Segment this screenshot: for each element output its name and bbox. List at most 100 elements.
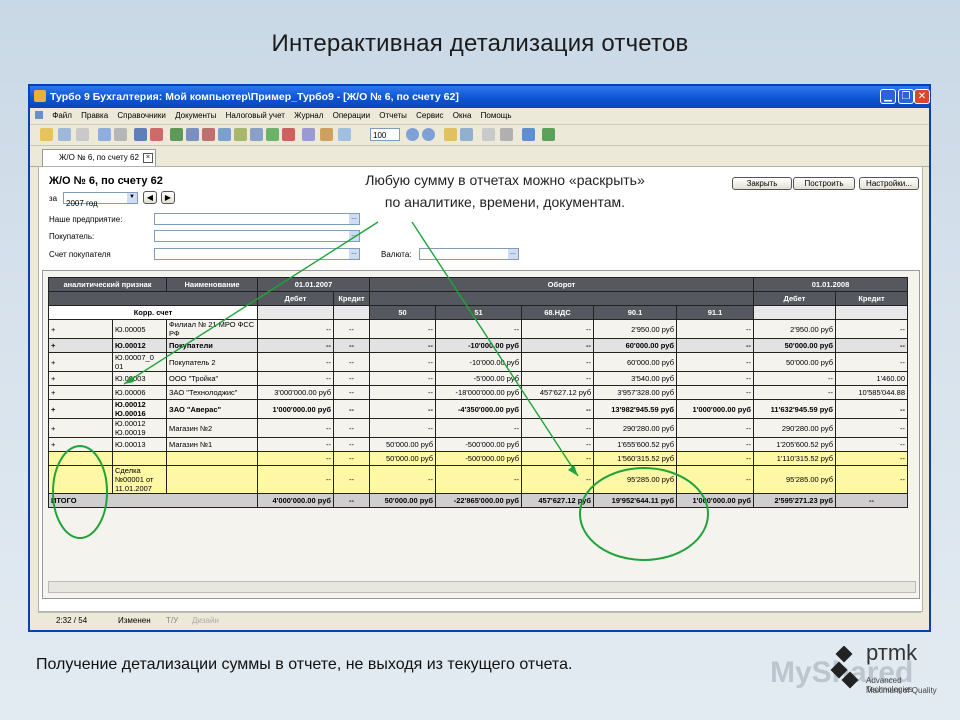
ellipsis-icon[interactable]: … [508,249,518,259]
ellipsis-icon[interactable]: … [349,249,359,259]
cell-t51[interactable]: -5'000.00 руб [435,371,522,386]
cell-t68[interactable]: -- [521,451,594,466]
cell-debit-end[interactable]: -- [753,371,836,386]
table-row[interactable]: + Ю.00006 ЗАО "Технолоджис" 3'000'000.00 ру… [48,385,908,400]
cell-credit-end[interactable]: 10'585'044.88 [835,385,908,400]
total-t911[interactable]: 1'000'000.00 руб [676,493,754,508]
menu-reports[interactable]: Отчеты [379,111,407,120]
cell-credit-end[interactable]: -- [835,399,908,419]
cell-t911[interactable]: -- [676,371,754,386]
table-row[interactable]: + Ю.00012 Ю.00019 Магазин №2 -- -- -- -- -- 290'… [48,418,908,438]
our-company-field[interactable]: … [154,213,360,225]
currency-field[interactable]: … [419,248,519,260]
redo-icon[interactable] [218,128,231,141]
table-row[interactable]: + Ю.00003 ООО "Тройка" -- -- -- -5'000.00 руб -… [48,371,908,386]
row-expander[interactable]: + [48,319,113,339]
cell-debit-end[interactable]: 50'000.00 руб [753,352,836,372]
cell-t50[interactable]: -- [369,385,436,400]
calendar-icon[interactable] [320,128,333,141]
cell-t50[interactable]: -- [369,418,436,438]
cell-t50[interactable]: -- [369,371,436,386]
ellipsis-icon[interactable]: … [349,214,359,224]
horizontal-scrollbar[interactable] [48,581,916,593]
cell-debit-start[interactable]: -- [257,437,334,452]
cell-debit-end[interactable]: 95'285.00 руб [753,465,836,494]
row-expander[interactable]: + [48,371,113,386]
cell-t68[interactable]: 457'627.12 руб [521,385,594,400]
cell-t901[interactable]: 95'285.00 руб [593,465,677,494]
preview-icon[interactable] [114,128,127,141]
cell-t68[interactable]: -- [521,319,594,339]
menu-directories[interactable]: Справочники [117,111,165,120]
menu-windows[interactable]: Окна [453,111,472,120]
cell-debit-start[interactable]: -- [257,465,334,494]
cell-debit-end[interactable]: 290'280.00 руб [753,418,836,438]
cell-credit-start[interactable]: -- [333,371,370,386]
cell-t50[interactable]: -- [369,352,436,372]
filter-icon[interactable] [150,128,163,141]
maximize-button[interactable]: ❐ [898,89,914,104]
cell-debit-end[interactable]: 11'632'945.59 руб [753,399,836,419]
cell-debit-start[interactable]: -- [257,418,334,438]
grid-icon[interactable] [302,128,315,141]
cell-t51[interactable]: -10'000.00 руб [435,338,522,353]
tab-close-icon[interactable]: × [142,153,153,163]
cell-debit-start[interactable]: -- [257,352,334,372]
minimize-button[interactable]: ▁ [880,89,896,104]
total-t68[interactable]: 457'627.12 руб [521,493,594,508]
cell-debit-start[interactable]: -- [257,338,334,353]
cell-credit-end[interactable]: -- [835,352,908,372]
total-debit-start[interactable]: 4'000'000.00 руб [257,493,334,508]
cell-credit-end[interactable]: 1'460.00 [835,371,908,386]
cell-t50[interactable]: 50'000.00 руб [369,437,436,452]
menu-documents[interactable]: Документы [175,111,216,120]
menu-edit[interactable]: Правка [81,111,108,120]
row-expander[interactable]: + [48,352,113,372]
row-expander[interactable] [48,451,113,466]
cell-t911[interactable]: -- [676,338,754,353]
buyer-field[interactable]: … [154,230,360,242]
cell-t68[interactable]: -- [521,371,594,386]
table-row[interactable]: + Ю.00013 Магазин №1 -- -- 50'000.00 руб -500'… [48,437,908,452]
total-t901[interactable]: 19'952'644.11 руб [593,493,677,508]
cell-t51[interactable]: -500'000.00 руб [435,451,522,466]
cell-t50[interactable]: -- [369,338,436,353]
cell-t68[interactable]: -- [521,338,594,353]
cell-debit-end[interactable]: 2'950.00 руб [753,319,836,339]
cell-t50[interactable]: -- [369,319,436,339]
nav-back-icon[interactable] [406,128,419,141]
menu-operations[interactable]: Операции [333,111,370,120]
zoom-select[interactable]: 100 [370,128,400,141]
cell-t50[interactable]: 50'000.00 руб [369,451,436,466]
cell-credit-end[interactable]: -- [835,319,908,339]
cell-debit-start[interactable]: 3'000'000.00 руб [257,385,334,400]
cell-t911[interactable]: -- [676,385,754,400]
total-t51[interactable]: -22'865'000.00 руб [435,493,522,508]
total-credit-end[interactable]: -- [835,493,908,508]
ellipsis-icon[interactable]: … [349,231,359,241]
cell-credit-start[interactable]: -- [333,399,370,419]
cell-t51[interactable]: -10'000.00 руб [435,352,522,372]
row-expander[interactable]: + [48,399,113,419]
nav-forward-icon[interactable] [422,128,435,141]
cell-t901[interactable]: 1'560'315.52 руб [593,451,677,466]
cell-t68[interactable]: -- [521,352,594,372]
row-expander[interactable] [48,465,113,494]
cell-debit-end[interactable]: 50'000.00 руб [753,338,836,353]
cell-t68[interactable]: -- [521,418,594,438]
cell-t901[interactable]: 1'655'600.52 руб [593,437,677,452]
table-row[interactable]: + Ю.00012 Ю.00016 ЗАО "Аверас" 1'000'000.00… [48,399,908,419]
period-next-button[interactable]: ▶ [161,191,175,204]
row-expander[interactable]: + [48,418,113,438]
print-icon[interactable] [98,128,111,141]
undo-icon[interactable] [202,128,215,141]
total-t50[interactable]: 50'000.00 руб [369,493,436,508]
cell-t901[interactable]: 60'000.00 руб [593,352,677,372]
cell-credit-start[interactable]: -- [333,319,370,339]
menu-journal[interactable]: Журнал [294,111,323,120]
cell-debit-start[interactable]: -- [257,371,334,386]
period-select[interactable]: 2007 год ▼ [63,192,138,208]
cell-t911[interactable]: -- [676,319,754,339]
cell-credit-start[interactable]: -- [333,451,370,466]
menu-file[interactable]: Файл [52,111,72,120]
